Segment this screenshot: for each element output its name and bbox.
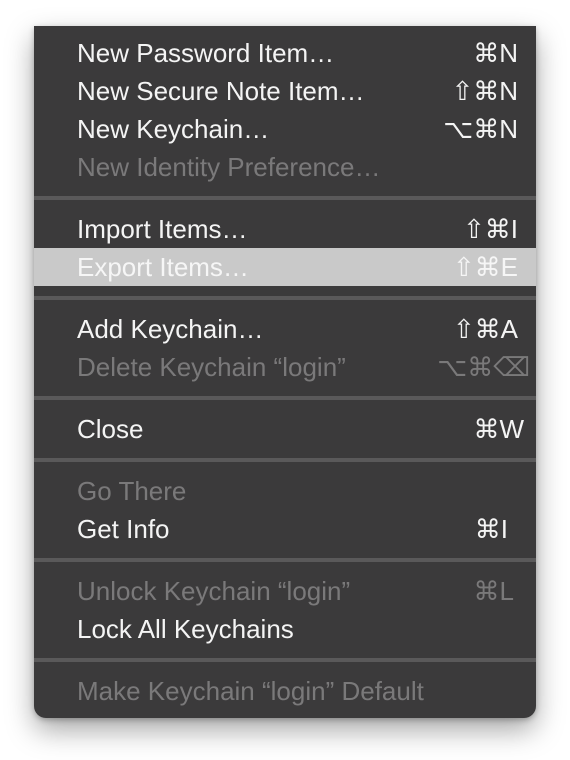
menu-item-shortcut: ⌘I <box>474 514 508 544</box>
file-menu: New Password Item… ⌘N New Secure Note It… <box>34 26 536 718</box>
menu-item-import-items[interactable]: Import Items… ⇧⌘I <box>34 210 536 248</box>
menu-item-shortcut: ⌥⌘N <box>443 114 518 144</box>
menu-item-delete-keychain: Delete Keychain “login” ⌥⌘⌫ <box>34 348 536 386</box>
menu-item-label: New Keychain… <box>77 114 270 144</box>
menu-item-lock-all-keychains[interactable]: Lock All Keychains <box>34 610 536 648</box>
menu-item-new-password-item[interactable]: New Password Item… ⌘N <box>34 34 536 72</box>
menu-item-make-keychain-default: Make Keychain “login” Default <box>34 672 536 710</box>
menu-item-new-identity-preference: New Identity Preference… <box>34 148 536 186</box>
menu-item-shortcut: ⇧⌘A <box>452 314 518 344</box>
menu-item-label: Delete Keychain “login” <box>77 352 346 382</box>
menu-item-label: Add Keychain… <box>77 314 264 344</box>
menu-separator <box>34 396 536 400</box>
menu-separator <box>34 658 536 662</box>
menu-separator <box>34 196 536 200</box>
menu-item-label: New Secure Note Item… <box>77 76 365 106</box>
menu-item-export-items[interactable]: Export Items… ⇧⌘E <box>34 248 536 286</box>
menu-item-add-keychain[interactable]: Add Keychain… ⇧⌘A <box>34 310 536 348</box>
menu-item-close[interactable]: Close ⌘W <box>34 410 536 448</box>
menu-item-shortcut: ⌘L <box>473 576 514 606</box>
menu-item-shortcut: ⇧⌘E <box>452 252 518 282</box>
menu-separator <box>34 296 536 300</box>
menu-item-label: Close <box>77 414 144 444</box>
menu-item-label: Go There <box>77 476 187 506</box>
menu-item-label: New Identity Preference… <box>77 152 381 182</box>
menu-item-shortcut: ⇧⌘I <box>462 214 518 244</box>
menu-item-new-keychain[interactable]: New Keychain… ⌥⌘N <box>34 110 536 148</box>
menu-item-shortcut: ⌘N <box>473 38 518 68</box>
menu-item-get-info[interactable]: Get Info ⌘I <box>34 510 536 548</box>
menu-separator <box>34 458 536 462</box>
menu-item-shortcut: ⇧⌘N <box>451 76 518 106</box>
menu-item-new-secure-note-item[interactable]: New Secure Note Item… ⇧⌘N <box>34 72 536 110</box>
menu-item-go-there: Go There <box>34 472 536 510</box>
menu-item-shortcut: ⌥⌘⌫ <box>437 352 530 382</box>
menu-item-label: Import Items… <box>77 214 248 244</box>
menu-item-shortcut: ⌘W <box>473 414 524 444</box>
menu-separator <box>34 558 536 562</box>
menu-item-label: Lock All Keychains <box>77 614 294 644</box>
menu-item-label: Get Info <box>77 514 170 544</box>
menu-item-label: Make Keychain “login” Default <box>77 676 424 706</box>
menu-item-label: New Password Item… <box>77 38 335 68</box>
menu-item-unlock-keychain: Unlock Keychain “login” ⌘L <box>34 572 536 610</box>
menu-item-label: Unlock Keychain “login” <box>77 576 351 606</box>
menu-item-label: Export Items… <box>77 252 249 282</box>
